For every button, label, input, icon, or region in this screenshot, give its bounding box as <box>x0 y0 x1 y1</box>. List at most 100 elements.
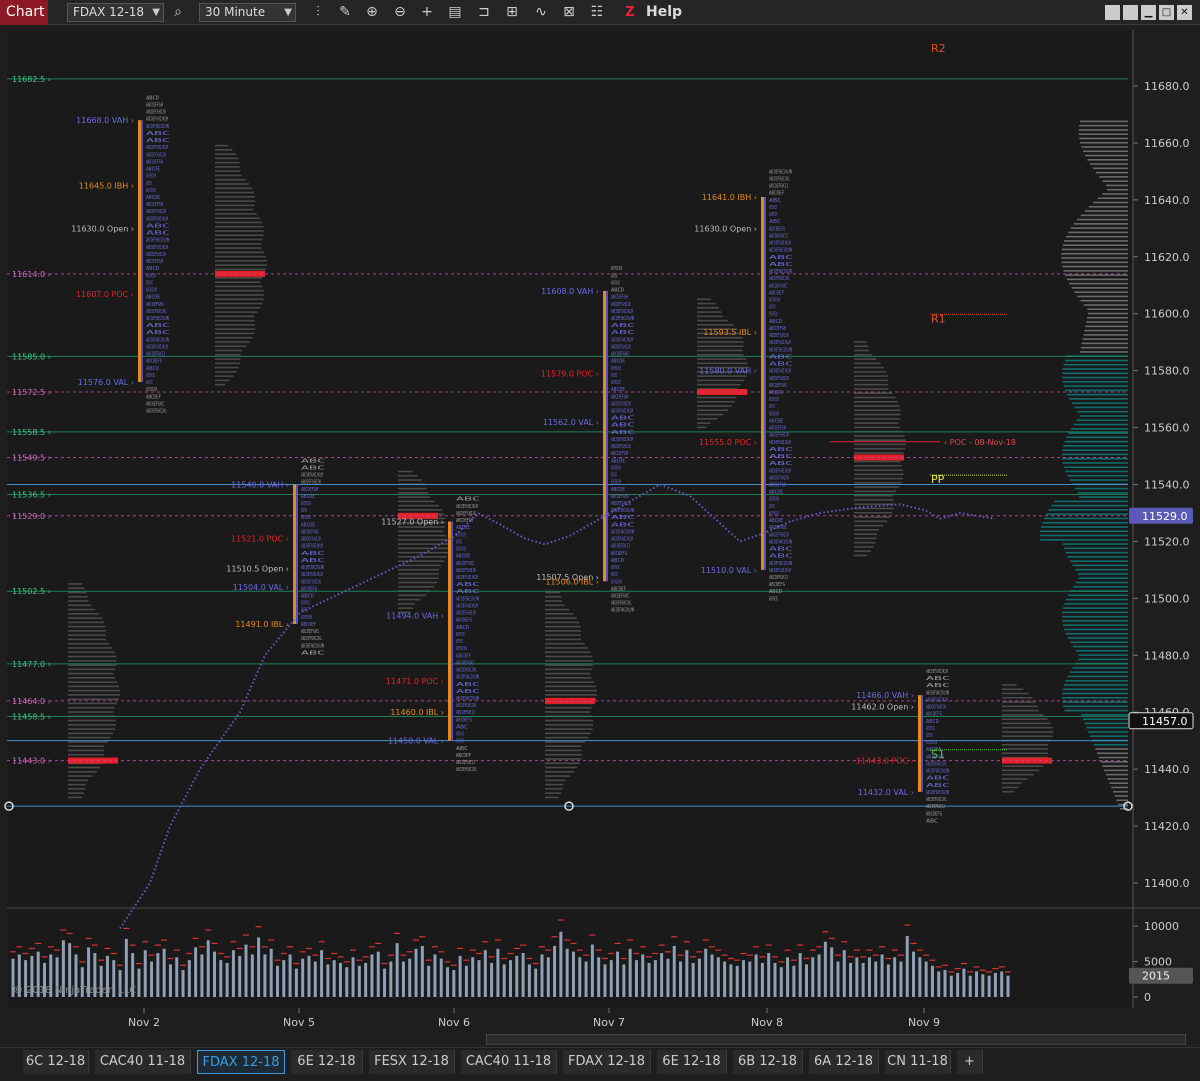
instrument-tab[interactable]: 6B 12-18 <box>733 1050 803 1074</box>
chart-window-tab[interactable]: Chart <box>0 0 48 25</box>
session-profile-row <box>215 255 266 258</box>
volume-bar <box>395 943 399 997</box>
composite-profile-row <box>1063 705 1128 708</box>
session-profile-row <box>854 379 889 382</box>
session-profile-row <box>68 779 89 782</box>
session-profile-row <box>545 749 582 752</box>
instrument-tab[interactable]: 6A 12-18 <box>809 1050 879 1074</box>
indicators-icon[interactable]: ∿ <box>531 3 551 22</box>
date-tick-label: Nov 7 <box>593 1016 625 1029</box>
session-level-label: 11630.0 Open › <box>71 224 134 233</box>
session-profile-row <box>1002 790 1015 793</box>
volume-bar <box>401 961 405 997</box>
tpo-letters: ABCDEFGHIJKLM <box>146 117 168 123</box>
tile-icon[interactable] <box>1105 5 1120 20</box>
add-tab-button[interactable]: + <box>957 1050 983 1074</box>
drawing-tool-icon[interactable]: ✎ <box>335 3 355 22</box>
volume-bar <box>483 950 487 997</box>
instrument-tab[interactable]: 6E 12-18 <box>291 1050 363 1074</box>
session-profile-row <box>697 358 746 360</box>
composite-profile-row <box>1084 722 1128 725</box>
instrument-tab[interactable]: 6E 12-18 <box>657 1050 727 1074</box>
tpo-letters: ABCDEFGHIJ <box>611 273 618 279</box>
chart-trader-icon[interactable]: ☷ <box>587 3 607 22</box>
session-profile-row <box>697 341 744 343</box>
session-level-label: 11641.0 IBH › <box>702 193 757 202</box>
tpo-letters: ABCDEFGHIJK <box>456 568 476 574</box>
composite-profile-row <box>1062 696 1128 699</box>
instrument-tab[interactable]: CAC40 11-18 <box>95 1050 191 1074</box>
z-order-icon[interactable]: Z <box>622 3 638 22</box>
data-box-icon[interactable]: ▤ <box>445 3 465 22</box>
composite-profile-row <box>1042 521 1128 524</box>
volume-bar <box>697 958 701 997</box>
tpo-letters: ABCDEFGHIJ <box>456 760 475 766</box>
close-icon[interactable]: ✕ <box>1177 5 1192 20</box>
session-profile-row <box>545 638 581 641</box>
minimize-icon[interactable]: ▁ <box>1141 5 1156 20</box>
volume-bar <box>685 950 689 997</box>
volume-bar <box>307 955 311 997</box>
zoom-in-icon[interactable]: ⊕ <box>362 3 382 22</box>
session-profile-row <box>68 706 115 709</box>
session-profile-row <box>854 490 897 493</box>
instrument-tab[interactable]: FDAX 12-18 <box>197 1050 285 1074</box>
current-price-label: 11529.0 <box>1142 510 1188 523</box>
volume-bar <box>578 957 582 997</box>
instrument-tab[interactable]: CN 11-18 <box>885 1050 951 1074</box>
composite-profile-row <box>1044 517 1128 520</box>
instrument-selector[interactable]: FDAX 12-18 ▼ <box>67 3 164 22</box>
tpo-letters: ABC <box>146 223 170 229</box>
poc-annotation-label: ‹ POC - 08-Nov-18 <box>944 438 1016 447</box>
session-profile-row <box>68 698 119 701</box>
help-menu[interactable]: Help <box>646 3 682 22</box>
tpo-letters: ABC <box>769 198 781 204</box>
instrument-tab[interactable]: FESX 12-18 <box>369 1050 455 1074</box>
session-profile-row <box>398 509 443 511</box>
composite-profile-row <box>1077 492 1128 494</box>
session-profile-row <box>68 672 114 675</box>
tpo-letters: ABCDEFGHIJKLM <box>926 669 948 675</box>
instrument-tab[interactable]: FDAX 12-18 <box>563 1050 651 1074</box>
strategies-icon[interactable]: ⊠ <box>559 3 579 22</box>
session-profile-row <box>854 388 889 390</box>
horizontal-scrollbar[interactable] <box>486 1034 1186 1045</box>
bar-style-icon[interactable]: ⫶ <box>308 3 328 22</box>
session-profile-row <box>1002 705 1038 708</box>
volume-bar <box>760 962 764 997</box>
session-profile-row <box>398 487 427 490</box>
session-profile-row <box>215 311 258 313</box>
tpo-letters: ABCDEFGHIJKLM <box>146 245 168 251</box>
session-profile-row <box>545 604 565 607</box>
volume-bar <box>628 948 632 997</box>
session-profile-row <box>545 736 589 739</box>
volume-bar <box>219 960 223 997</box>
instrument-tab[interactable]: CAC40 11-18 <box>461 1050 557 1074</box>
interval-selector[interactable]: 30 Minute ▼ <box>199 3 296 22</box>
tpo-letters: ABCDEFG <box>611 551 627 557</box>
crosshair-icon[interactable]: + <box>417 3 437 22</box>
maximize-icon[interactable]: □ <box>1159 5 1174 20</box>
session-profile-row <box>215 238 263 241</box>
templates-icon[interactable]: ⊐ <box>474 3 494 22</box>
properties-icon[interactable]: ⊞ <box>502 3 522 22</box>
composite-profile-row <box>1080 214 1128 217</box>
tpo-letters: ABCDEFGHIJK <box>611 501 631 507</box>
volume-bar <box>609 960 613 997</box>
volume-bar <box>1006 975 1010 997</box>
session-level-label: 11607.0 POC › <box>76 290 134 299</box>
price-tick-label: 11520.0 <box>1144 535 1190 548</box>
zoom-out-icon[interactable]: ⊖ <box>390 3 410 22</box>
session-level-label: 11668.0 VAH › <box>76 116 134 125</box>
session-profile-row <box>215 217 260 219</box>
search-icon[interactable]: ⌕ <box>168 3 188 22</box>
volume-bar <box>326 964 330 997</box>
tpo-letters: ABCDEFGHI <box>301 508 307 514</box>
composite-profile-row <box>1073 223 1128 225</box>
instrument-tab[interactable]: 6C 12-18 <box>23 1050 89 1074</box>
date-tick-label: Nov 2 <box>128 1016 160 1029</box>
market-profile-chart[interactable]: 11682.5 › 11614.0 › 11585.0 › 11572.5 › 1155… <box>0 25 1200 1040</box>
tpo-letters: ABCDEFGHIJKLMN <box>611 266 622 272</box>
tpo-letters: ABCDEFGHIJKLMN <box>769 347 792 353</box>
restore-icon[interactable] <box>1123 5 1138 20</box>
